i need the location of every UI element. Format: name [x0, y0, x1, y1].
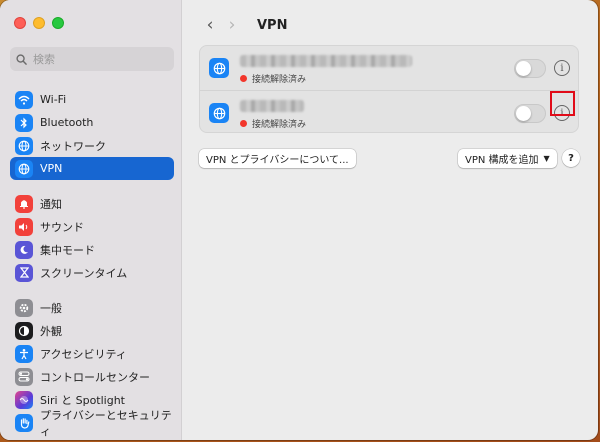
- sidebar-item-screen-time[interactable]: スクリーンタイム: [10, 261, 174, 284]
- search-icon: [16, 53, 27, 65]
- close-window-button[interactable]: [14, 17, 26, 29]
- appearance-icon: [15, 321, 33, 340]
- speaker-icon: [15, 217, 33, 236]
- vpn-globe-icon: [209, 103, 229, 123]
- vpn-globe-icon: [15, 159, 33, 178]
- sidebar-item-wifi[interactable]: Wi-Fi: [10, 88, 174, 111]
- vpn-status: 接続解除済み: [240, 72, 306, 85]
- sidebar-item-control-center[interactable]: コントロールセンター: [10, 365, 174, 388]
- vpn-status-label: 接続解除済み: [252, 75, 307, 85]
- moon-icon: [15, 240, 33, 259]
- sidebar-item-accessibility[interactable]: アクセシビリティ: [10, 342, 174, 365]
- sidebar-item-label: アクセシビリティ: [40, 347, 127, 361]
- vpn-status-label: 接続解除済み: [252, 120, 307, 130]
- sidebar-item-label: コントロールセンター: [40, 370, 150, 384]
- vpn-status: 接続解除済み: [240, 117, 306, 130]
- sidebar-item-sound[interactable]: サウンド: [10, 215, 174, 238]
- vpn-globe-icon: [209, 58, 229, 78]
- sidebar-item-bluetooth[interactable]: Bluetooth: [10, 111, 174, 134]
- help-button[interactable]: ?: [562, 149, 580, 167]
- forward-button[interactable]: ›: [221, 15, 243, 35]
- disconnected-dot-icon: [240, 120, 247, 127]
- page-title: VPN: [257, 17, 288, 33]
- sidebar-item-label: ネットワーク: [40, 139, 106, 153]
- gear-icon: [15, 298, 33, 317]
- search-input[interactable]: [33, 52, 163, 66]
- sidebar-group-network: Wi-Fi Bluetooth ネットワーク VPN: [10, 88, 174, 180]
- vpn-list: 接続解除済み i 接続解除済み i: [199, 45, 579, 133]
- back-button[interactable]: ‹: [199, 15, 221, 35]
- sidebar-item-label: サウンド: [40, 220, 84, 234]
- sidebar-item-label: 一般: [40, 301, 62, 315]
- sidebar-item-label: プライバシーとセキュリティ: [40, 408, 172, 438]
- hourglass-icon: [15, 263, 33, 282]
- zoom-window-button[interactable]: [52, 17, 64, 29]
- add-vpn-config-label: VPN 構成を追加: [465, 155, 539, 166]
- vpn-name-redacted: [240, 55, 412, 67]
- vpn-name-redacted: [240, 100, 304, 112]
- sidebar-item-label: 外観: [40, 324, 62, 338]
- chevron-down-icon: ▼: [543, 154, 550, 163]
- control-center-icon: [15, 367, 33, 386]
- sidebar-group-general: 一般 外観 アクセシビリティ コントロールセンター Siri と Spotlig…: [10, 296, 174, 438]
- settings-window: Wi-Fi Bluetooth ネットワーク VPN: [0, 0, 598, 440]
- accessibility-icon: [15, 344, 33, 363]
- sidebar-item-vpn[interactable]: VPN: [10, 157, 174, 180]
- highlight-box: [550, 91, 575, 116]
- sidebar-item-network[interactable]: ネットワーク: [10, 134, 174, 157]
- sidebar-item-label: 通知: [40, 197, 62, 211]
- info-icon[interactable]: i: [554, 60, 570, 76]
- disconnected-dot-icon: [240, 75, 247, 82]
- sidebar-item-notifications[interactable]: 通知: [10, 192, 174, 215]
- sidebar-item-privacy-security[interactable]: プライバシーとセキュリティ: [10, 409, 174, 438]
- bell-icon: [15, 194, 33, 213]
- globe-icon: [15, 136, 33, 155]
- window-controls: [14, 17, 64, 29]
- sidebar-item-label: Wi-Fi: [40, 93, 67, 106]
- add-vpn-config-button[interactable]: VPN 構成を追加 ▼: [458, 149, 557, 168]
- vpn-privacy-button[interactable]: VPN とプライバシーについて...: [199, 149, 356, 168]
- bluetooth-icon: [15, 113, 33, 132]
- sidebar-item-label: スクリーンタイム: [40, 266, 128, 280]
- sidebar-item-label: VPN: [40, 162, 63, 175]
- wifi-icon: [15, 90, 33, 109]
- vpn-toggle[interactable]: [514, 104, 546, 123]
- main-pane: ‹ › VPN 接続解除済み i 接続解除済み i VPN とプライバシーについ…: [183, 0, 598, 440]
- sidebar: Wi-Fi Bluetooth ネットワーク VPN: [0, 0, 182, 440]
- sidebar-group-notifications: 通知 サウンド 集中モード スクリーンタイム: [10, 192, 174, 284]
- sidebar-item-label: Siri と Spotlight: [40, 393, 125, 407]
- sidebar-item-appearance[interactable]: 外観: [10, 319, 174, 342]
- vpn-row[interactable]: 接続解除済み i: [200, 46, 578, 90]
- search-field[interactable]: [10, 47, 174, 71]
- siri-icon: [15, 390, 33, 409]
- toolbar: ‹ › VPN: [183, 0, 598, 50]
- minimize-window-button[interactable]: [33, 17, 45, 29]
- hand-icon: [15, 413, 33, 432]
- vpn-row[interactable]: 接続解除済み i: [200, 90, 578, 134]
- sidebar-item-label: 集中モード: [40, 243, 95, 257]
- vpn-toggle[interactable]: [514, 59, 546, 78]
- sidebar-item-general[interactable]: 一般: [10, 296, 174, 319]
- sidebar-item-label: Bluetooth: [40, 116, 94, 129]
- sidebar-item-focus[interactable]: 集中モード: [10, 238, 174, 261]
